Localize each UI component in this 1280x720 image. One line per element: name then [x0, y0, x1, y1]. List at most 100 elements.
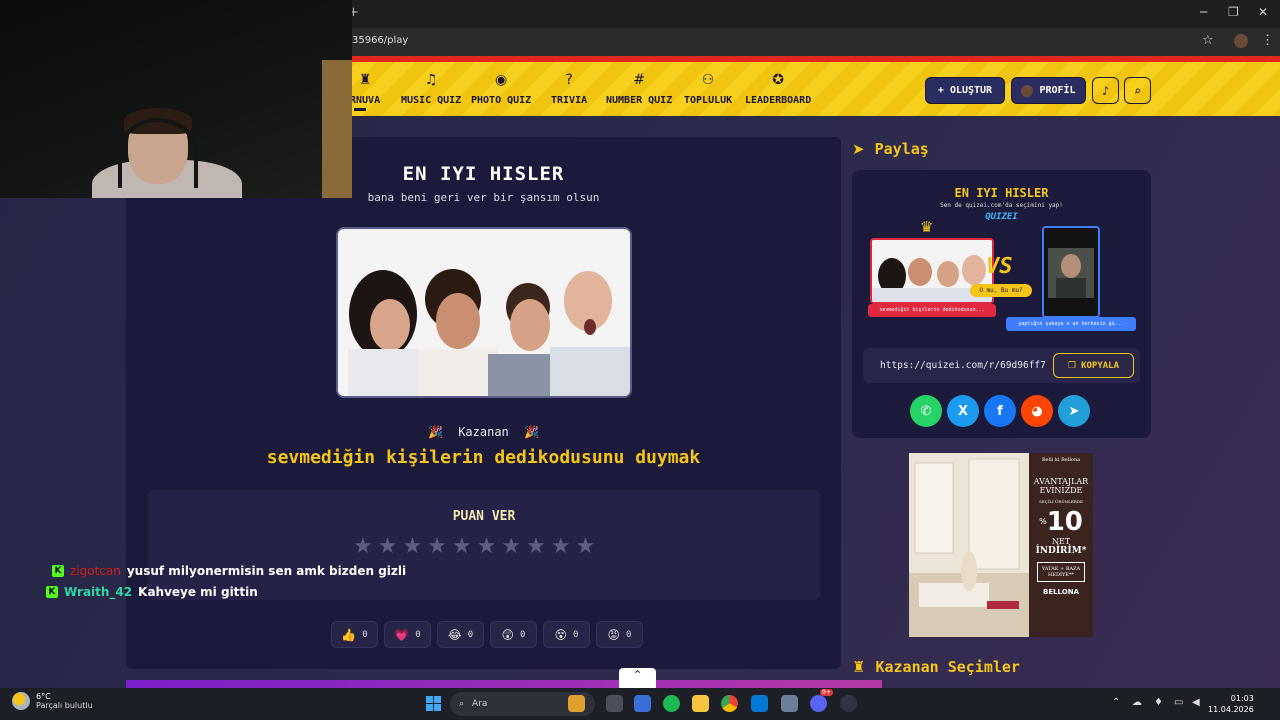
reaction-button[interactable]: 😲 0 [490, 621, 537, 648]
advertisement-banner[interactable]: Belli ki Bellona AVANTAJLAR EVİNİZDE SEÇ… [909, 453, 1093, 637]
spotify-icon[interactable] [663, 695, 680, 712]
weather-condition: Parçalı bulutlu [36, 701, 93, 710]
scroll-top-button[interactable]: ⌃ [619, 668, 656, 688]
taskbar-app-obs[interactable] [840, 695, 857, 712]
surprised-icon: 😲 [501, 627, 515, 642]
star-rating[interactable]: ★ ★ ★ ★ ★ ★ ★ ★ ★ ★ [353, 534, 595, 559]
taskbar-app-settings[interactable] [781, 695, 798, 712]
star-1[interactable]: ★ [353, 534, 373, 559]
star-10[interactable]: ★ [576, 534, 596, 559]
whatsapp-icon[interactable]: ✆ [910, 395, 942, 427]
reaction-count: 0 [362, 629, 368, 640]
star-6[interactable]: ★ [477, 534, 497, 559]
ad-discount: 10 [1046, 507, 1083, 537]
notifications-button[interactable]: ♪ [1092, 77, 1119, 104]
copy-icon: ❐ [1067, 360, 1077, 371]
microphone-icon[interactable]: ♦ [1154, 697, 1163, 708]
nav-item-number-quiz[interactable]: # NUMBER QUIZ [606, 72, 672, 106]
system-clock[interactable]: 01:03 11.04.2026 [1208, 693, 1254, 715]
ad-brand-top: Belli ki Bellona [1041, 457, 1081, 463]
search-button[interactable]: ⌕ [1124, 77, 1151, 104]
create-button[interactable]: + OLUŞTUR [925, 77, 1005, 104]
party-icon: 🎉 [428, 425, 443, 439]
ad-brand-bottom: BELLONA [1042, 588, 1079, 596]
star-5[interactable]: ★ [452, 534, 472, 559]
close-button[interactable]: ✕ [1258, 5, 1268, 19]
clock-date: 11.04.2026 [1208, 705, 1254, 714]
nav-item-trivia[interactable]: ? TRIVIA [551, 72, 587, 106]
music-note-icon: ♫ [424, 72, 438, 88]
share-url-box: https://quizei.com/r/69d96ff7 ❐ KOPYALA [863, 348, 1140, 383]
tray-cloud-icon[interactable]: ☁ [1132, 697, 1142, 708]
taskbar-app-store[interactable] [634, 695, 651, 712]
chrome-icon[interactable] [721, 695, 738, 712]
minimize-button[interactable]: ─ [1200, 5, 1207, 19]
nav-item-leaderboard[interactable]: ✪ LEADERBOARD [745, 72, 811, 106]
discord-icon[interactable]: 9+ [810, 689, 833, 712]
start-button[interactable] [426, 696, 441, 711]
active-nav-underline [354, 108, 366, 111]
nav-item-photo-quiz[interactable]: ◉ PHOTO QUIZ [471, 72, 531, 106]
x-icon[interactable]: X [947, 395, 979, 427]
chat-username: Wraith_42 [64, 584, 133, 599]
kick-badge-icon: K [46, 585, 58, 598]
star-2[interactable]: ★ [378, 534, 398, 559]
reaction-button[interactable]: 😂 0 [437, 621, 484, 648]
chat-text: yusuf milyonermisin sen amk bizden gizli [126, 563, 407, 578]
weather-icon [12, 692, 30, 710]
chat-username: zigotcan [70, 563, 121, 578]
weather-widget[interactable]: 6°C Parçalı bulutlu [12, 692, 93, 710]
taskbar-app-game[interactable] [568, 695, 585, 712]
nav-label: MUSIC QUIZ [401, 95, 462, 106]
reaction-button[interactable]: 💗 0 [384, 621, 431, 648]
thumbs-up-icon: 👍 [341, 627, 357, 642]
star-4[interactable]: ★ [427, 534, 447, 559]
reaction-button[interactable]: 😡 0 [596, 621, 643, 648]
star-3[interactable]: ★ [402, 534, 422, 559]
share-heading-text: Paylaş [874, 140, 929, 158]
winning-choices-text: Kazanan Seçimler [875, 658, 1020, 676]
facebook-icon[interactable]: f [984, 395, 1016, 427]
reaction-button[interactable]: 😵 0 [543, 621, 590, 648]
reddit-icon[interactable]: ◕ [1021, 395, 1053, 427]
rating-title: PUAN VER [452, 509, 516, 524]
plus-icon: + [937, 85, 944, 96]
mail-icon[interactable] [751, 695, 768, 712]
profile-button[interactable]: PROFİL [1011, 77, 1086, 104]
reaction-bar: 👍 0 💗 0 😂 0 😲 0 😵 0 😡 0 [331, 621, 643, 648]
winner-label-text: Kazanan [458, 425, 509, 439]
star-9[interactable]: ★ [551, 534, 571, 559]
reaction-button[interactable]: 👍 0 [331, 621, 378, 648]
volume-icon[interactable]: ◀ [1192, 697, 1200, 708]
browser-profile-avatar[interactable] [1234, 34, 1248, 48]
browser-menu-icon[interactable]: ⋮ [1261, 33, 1274, 48]
winner-label: 🎉 Kazanan 🎉 [126, 425, 841, 439]
file-explorer-icon[interactable] [692, 695, 709, 712]
tray-overflow-icon[interactable]: ⌃ [1112, 697, 1120, 708]
preview-subtitle: Sen de quizei.com'da seçimini yap! [940, 202, 1063, 209]
taskbar-app-task-view[interactable] [606, 695, 623, 712]
maximize-button[interactable]: ❐ [1228, 5, 1239, 19]
chat-text: Kahveye mi gittin [138, 584, 258, 599]
copy-label: KOPYALA [1081, 360, 1119, 371]
nav-label: PHOTO QUIZ [471, 95, 532, 106]
url-text[interactable]: 35966/play [352, 35, 408, 46]
camera-icon: ◉ [495, 72, 508, 88]
network-icon[interactable]: ▭ [1174, 697, 1183, 708]
star-8[interactable]: ★ [526, 534, 546, 559]
star-7[interactable]: ★ [501, 534, 521, 559]
preview-logo: QUIZEI [985, 212, 1018, 222]
copy-link-button[interactable]: ❐ KOPYALA [1053, 353, 1134, 378]
nav-item-topluluk[interactable]: ⚇ TOPLULUK [684, 72, 732, 106]
angry-icon: 😡 [607, 627, 621, 642]
telegram-icon[interactable]: ➤ [1058, 395, 1090, 427]
share-url-field[interactable]: https://quizei.com/r/69d96ff7 [880, 360, 1049, 371]
bookmark-star-icon[interactable]: ☆ [1202, 33, 1214, 48]
nav-item-music-quiz[interactable]: ♫ MUSIC QUIZ [401, 72, 461, 106]
winning-choices-heading: ♜ Kazanan Seçimler [852, 658, 1020, 676]
heart-icon: 💗 [394, 627, 410, 642]
nav-label: RNUVA [350, 95, 381, 106]
ad-line2: EVİNİZDE [1039, 486, 1083, 495]
nav-item-turnuva[interactable]: ♜ RNUVA [350, 72, 380, 106]
preview-right-caption: yaptığın şakaya o an herkesin gü... [1006, 317, 1136, 331]
